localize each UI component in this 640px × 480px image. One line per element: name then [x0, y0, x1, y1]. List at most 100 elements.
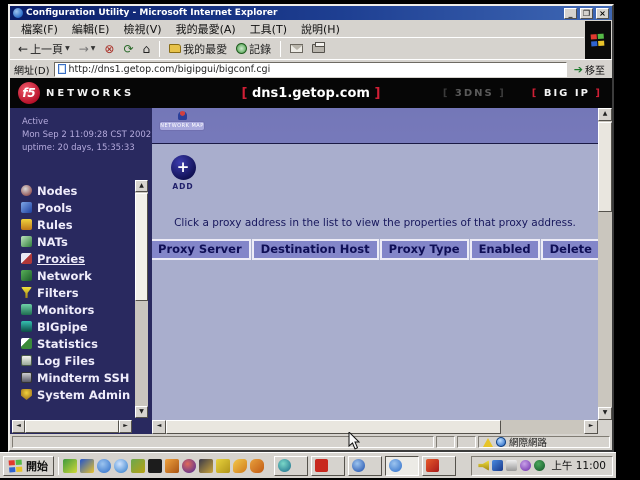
scroll-up-icon[interactable]: ▲	[598, 108, 612, 121]
scroll-left-icon[interactable]: ◄	[12, 420, 25, 433]
scrollbar-thumb[interactable]	[598, 122, 612, 212]
product-bigip[interactable]: [ BIG IP ]	[532, 88, 602, 99]
forward-button[interactable]: → ▼	[76, 42, 99, 56]
task-button-active[interactable]	[385, 456, 419, 476]
add-proxy-button[interactable]: + ADD	[166, 155, 200, 191]
go-button[interactable]: ➔ 移至	[571, 62, 608, 77]
close-button[interactable]: ×	[596, 8, 609, 19]
menu-tools[interactable]: 工具(T)	[243, 20, 294, 38]
sidebar-item-pools[interactable]: Pools	[21, 199, 126, 216]
scroll-down-icon[interactable]: ▼	[135, 406, 148, 418]
column-header-proxy-server[interactable]: Proxy Server	[152, 239, 251, 260]
minimize-button[interactable]: _	[564, 8, 577, 19]
sidebar-vertical-scrollbar[interactable]: ▲ ▼	[135, 180, 148, 418]
scrollbar-corner	[598, 420, 612, 434]
forward-caret-icon: ▼	[91, 45, 96, 52]
bracket-open: [	[242, 86, 248, 101]
favorites-icon	[169, 44, 181, 53]
system-tray: 上午 11:00	[471, 456, 613, 476]
product-3dns[interactable]: [ 3DNS ]	[443, 88, 506, 99]
sidebar-item-proxies[interactable]: Proxies	[21, 250, 126, 267]
network-map-button[interactable]: NETWORK MAP	[159, 111, 205, 131]
scrollbar-thumb[interactable]	[25, 420, 119, 433]
column-header-delete[interactable]: Delete	[541, 239, 601, 260]
stop-button[interactable]: ⊗	[101, 42, 117, 56]
internet-zone-icon	[496, 437, 506, 447]
sidebar-item-network[interactable]: Network	[21, 267, 126, 284]
home-button[interactable]: ⌂	[140, 42, 154, 56]
menu-favorites[interactable]: 我的最愛(A)	[169, 20, 243, 38]
column-header-proxy-type[interactable]: Proxy Type	[380, 239, 469, 260]
taskbar-clock[interactable]: 上午 11:00	[548, 458, 606, 473]
scroll-right-icon[interactable]: ►	[584, 420, 598, 434]
go-label: 移至	[585, 62, 605, 77]
sidebar-item-mindterm-ssh[interactable]: Mindterm SSH	[21, 369, 126, 386]
print-button[interactable]	[309, 43, 328, 54]
quick-launch-icon[interactable]	[80, 459, 94, 473]
sidebar-item-system-admin[interactable]: System Admin	[21, 386, 126, 403]
quick-launch-icon[interactable]	[148, 459, 162, 473]
quick-launch-icon[interactable]	[131, 459, 145, 473]
quick-launch-icon[interactable]	[199, 459, 213, 473]
scrollbar-thumb[interactable]	[166, 420, 501, 434]
scroll-right-icon[interactable]: ►	[119, 420, 132, 433]
back-button[interactable]: ← 上一頁 ▼	[15, 40, 73, 58]
tray-icon[interactable]	[520, 460, 531, 471]
volume-icon[interactable]	[478, 460, 489, 471]
title-bar[interactable]: Configuration Utility - Microsoft Intern…	[10, 6, 612, 20]
app-icon	[315, 459, 328, 472]
sidebar-item-bigpipe[interactable]: BIGpipe	[21, 318, 126, 335]
content-vertical-scrollbar[interactable]: ▲ ▼	[598, 108, 612, 420]
tray-icon[interactable]	[506, 460, 517, 471]
refresh-button[interactable]: ⟳	[120, 42, 136, 56]
scroll-down-icon[interactable]: ▼	[598, 407, 612, 420]
quick-launch-icon[interactable]	[63, 459, 77, 473]
menu-help[interactable]: 說明(H)	[294, 20, 347, 38]
task-button[interactable]	[311, 456, 345, 476]
sidebar-item-rules[interactable]: Rules	[21, 216, 126, 233]
status-message-pane	[12, 436, 434, 448]
task-button[interactable]	[422, 456, 456, 476]
mail-button[interactable]	[287, 43, 306, 54]
content-horizontal-scrollbar[interactable]: ◄ ►	[152, 420, 598, 434]
column-header-destination-host[interactable]: Destination Host	[252, 239, 379, 260]
scroll-up-icon[interactable]: ▲	[135, 180, 148, 192]
quick-launch-icon[interactable]	[250, 459, 264, 473]
menu-view[interactable]: 檢視(V)	[116, 20, 168, 38]
scroll-left-icon[interactable]: ◄	[152, 420, 166, 434]
main-area: Active Mon Sep 2 11:09:28 CST 2002 uptim…	[10, 108, 612, 434]
history-button[interactable]: 記錄	[233, 40, 274, 58]
start-button[interactable]: 開始	[3, 456, 54, 476]
app-icon	[426, 459, 439, 472]
quick-launch-icon[interactable]	[97, 459, 111, 473]
quick-launch-icon[interactable]	[114, 459, 128, 473]
zone-label: 網際網路	[509, 435, 547, 449]
column-header-enabled[interactable]: Enabled	[470, 239, 540, 260]
sidebar-item-statistics[interactable]: Statistics	[21, 335, 126, 352]
scrollbar-thumb[interactable]	[135, 193, 148, 301]
sidebar-item-monitors[interactable]: Monitors	[21, 301, 126, 318]
quick-launch-bar	[63, 459, 264, 473]
task-button[interactable]	[274, 456, 308, 476]
quick-launch-icon[interactable]	[233, 459, 247, 473]
sidebar-item-nodes[interactable]: Nodes	[21, 182, 126, 199]
sidebar-item-filters[interactable]: Filters	[21, 284, 126, 301]
quick-launch-icon[interactable]	[182, 459, 196, 473]
favorites-button[interactable]: 我的最愛	[166, 40, 230, 58]
menu-file[interactable]: 檔案(F)	[14, 20, 65, 38]
quick-launch-icon[interactable]	[165, 459, 179, 473]
maximize-button[interactable]: ❐	[580, 8, 593, 19]
sidebar-horizontal-scrollbar[interactable]: ◄ ►	[12, 420, 132, 433]
menu-edit[interactable]: 編輯(E)	[65, 20, 117, 38]
sidebar-item-log-files[interactable]: Log Files	[21, 352, 126, 369]
log-files-icon	[21, 355, 32, 366]
tray-icon[interactable]	[492, 460, 503, 471]
tray-icon[interactable]	[534, 460, 545, 471]
stop-icon: ⊗	[104, 43, 114, 55]
address-input[interactable]: http://dns1.getop.com/bigipgui/bigconf.c…	[54, 62, 567, 77]
ie-icon	[13, 8, 23, 18]
sidebar-item-nats[interactable]: NATs	[21, 233, 126, 250]
hostname: dns1.getop.com	[252, 86, 370, 101]
task-button[interactable]	[348, 456, 382, 476]
quick-launch-icon[interactable]	[216, 459, 230, 473]
